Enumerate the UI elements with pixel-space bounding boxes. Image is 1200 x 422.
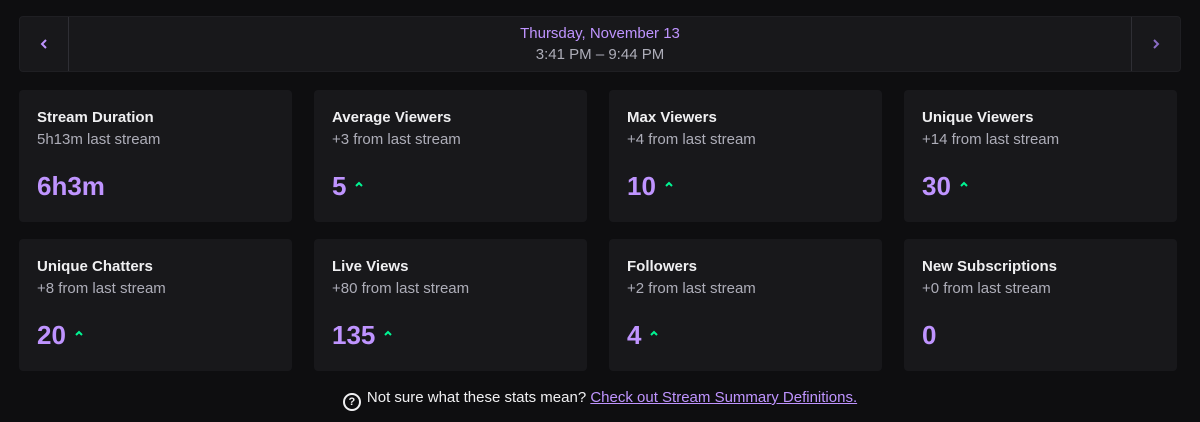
trend-up-icon bbox=[665, 181, 673, 187]
stat-title: Unique Viewers bbox=[922, 109, 1034, 126]
stat-value: 4 bbox=[627, 320, 642, 350]
stat-card-unique-chatters: Unique Chatters +8 from last stream 20 bbox=[19, 239, 292, 371]
stat-comparison: +8 from last stream bbox=[37, 280, 166, 297]
stat-value: 5 bbox=[332, 171, 347, 201]
trend-up-icon bbox=[650, 330, 659, 336]
stat-comparison: +80 from last stream bbox=[332, 280, 470, 297]
stat-title: Max Viewers bbox=[627, 109, 717, 126]
stat-comparison: +0 from last stream bbox=[922, 280, 1051, 297]
stats-help-footer: ? Not sure what these stats mean? Check o… bbox=[0, 387, 1200, 411]
stream-time-range: 3:41 PM – 9:44 PM bbox=[535, 45, 665, 63]
trend-up-icon bbox=[384, 330, 393, 336]
date-navigator: Thursday, November 13 3:41 PM – 9:44 PM bbox=[19, 16, 1181, 72]
stat-comparison: 5h13m last stream bbox=[37, 131, 161, 148]
trend-up-icon bbox=[355, 181, 364, 187]
stat-comparison: +3 from last stream bbox=[332, 131, 461, 148]
stat-value: 6h3m bbox=[37, 171, 105, 201]
stat-comparison: +14 from last stream bbox=[922, 131, 1060, 148]
stat-card-new-subscriptions: New Subscriptions +0 from last stream 0 bbox=[904, 239, 1177, 371]
next-stream-button[interactable] bbox=[1131, 17, 1180, 71]
stat-value: 135 bbox=[332, 320, 376, 350]
stat-card-live-views: Live Views +80 from last stream 135 bbox=[314, 239, 587, 371]
stat-value: 20 bbox=[37, 320, 66, 350]
previous-stream-button[interactable] bbox=[20, 17, 69, 71]
stat-title: New Subscriptions bbox=[922, 258, 1058, 275]
stat-title: Followers bbox=[627, 258, 698, 275]
chevron-right-icon bbox=[1153, 39, 1160, 49]
stat-comparison: +4 from last stream bbox=[627, 131, 756, 148]
stat-card-stream-duration: Stream Duration 5h13m last stream 6h3m bbox=[19, 90, 292, 222]
stat-title: Stream Duration bbox=[37, 109, 154, 126]
stream-summary-definitions-link[interactable]: Check out Stream Summary Definitions. bbox=[590, 389, 857, 406]
stream-date-range: Thursday, November 13 3:41 PM – 9:44 PM bbox=[69, 17, 1131, 71]
stat-card-max-viewers: Max Viewers +4 from last stream 10 bbox=[609, 90, 882, 222]
chevron-left-icon bbox=[40, 39, 47, 49]
stat-title: Unique Chatters bbox=[37, 258, 153, 275]
stream-date: Thursday, November 13 bbox=[520, 24, 680, 42]
stat-card-average-viewers: Average Viewers +3 from last stream 5 bbox=[314, 90, 587, 222]
stat-title: Average Viewers bbox=[332, 109, 452, 126]
stats-grid: Stream Duration 5h13m last stream 6h3m A… bbox=[19, 90, 1181, 371]
help-text: Not sure what these stats mean? bbox=[366, 389, 587, 406]
stat-comparison: +2 from last stream bbox=[627, 280, 756, 297]
trend-up-icon bbox=[75, 330, 83, 336]
stat-title: Live Views bbox=[332, 258, 409, 275]
stat-value: 0 bbox=[922, 320, 937, 350]
stat-value: 10 bbox=[627, 171, 656, 201]
stat-card-followers: Followers +2 from last stream 4 bbox=[609, 239, 882, 371]
stat-card-unique-viewers: Unique Viewers +14 from last stream 30 bbox=[904, 90, 1177, 222]
trend-up-icon bbox=[960, 181, 968, 187]
question-circle-icon: ? bbox=[342, 393, 361, 411]
stat-value: 30 bbox=[922, 171, 951, 201]
